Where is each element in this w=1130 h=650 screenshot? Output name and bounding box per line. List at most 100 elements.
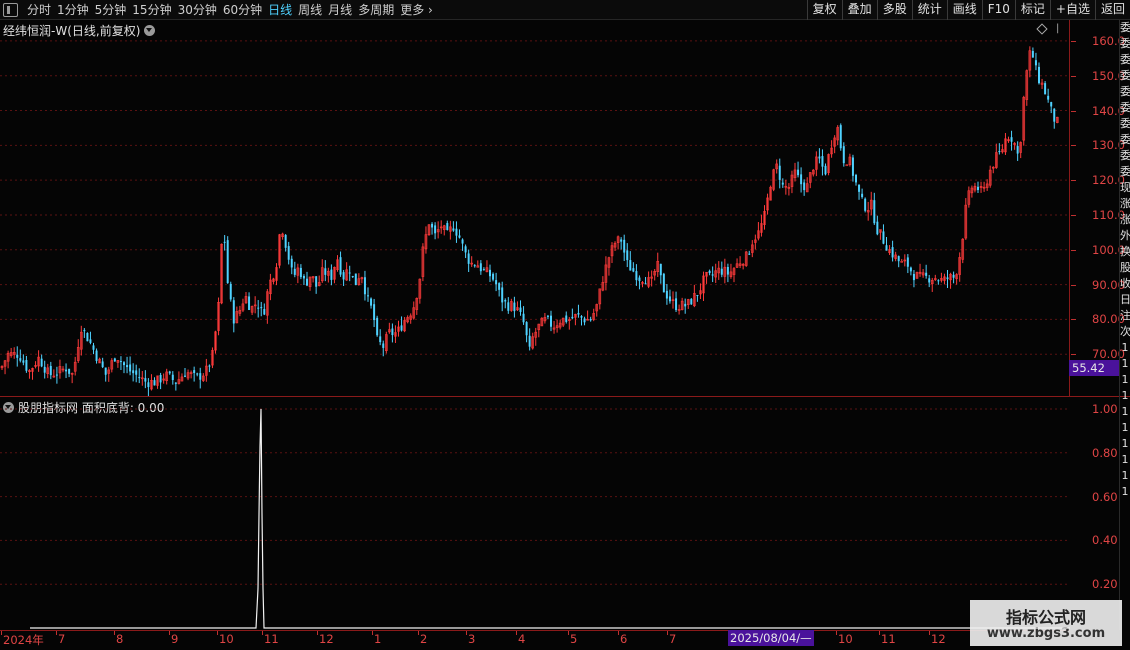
candle-down xyxy=(284,234,287,248)
candle-down xyxy=(144,378,147,382)
candle-down xyxy=(123,362,125,366)
price-tick-mark xyxy=(1071,180,1076,182)
quote-side-strip: 委委委委委委委委委委现涨涨外换股收日注次1111111111 xyxy=(1119,20,1130,630)
candle-down xyxy=(482,269,485,271)
candle-down xyxy=(565,315,568,322)
candle-down xyxy=(891,247,894,258)
strip-char: 次 xyxy=(1120,325,1130,338)
strip-char: 1 xyxy=(1121,437,1129,450)
candle-down xyxy=(1016,146,1019,154)
strip-char: 1 xyxy=(1121,373,1129,386)
candle-down xyxy=(635,271,638,281)
candle-down xyxy=(461,239,464,244)
candle-down xyxy=(171,374,174,381)
candle-down xyxy=(16,354,19,358)
candle-down xyxy=(373,304,376,321)
candle-down xyxy=(367,295,369,297)
indicator-tick-label: 0.80 xyxy=(1092,445,1118,460)
candle-down xyxy=(153,380,156,386)
candle-down xyxy=(299,267,302,278)
candle-down xyxy=(455,228,458,236)
candle-down xyxy=(1050,102,1053,107)
candle-down xyxy=(83,330,86,332)
candle-down xyxy=(464,246,467,253)
strip-char: 委 xyxy=(1120,101,1130,114)
candle-down xyxy=(229,283,232,300)
strip-char: 1 xyxy=(1121,485,1129,498)
strip-char: 委 xyxy=(1120,149,1130,162)
candle-up xyxy=(900,261,904,263)
candle-down xyxy=(912,273,915,281)
candle-down xyxy=(504,300,507,302)
candle-down xyxy=(720,268,723,275)
candle-up xyxy=(845,164,849,167)
price-tick-mark xyxy=(1071,40,1076,42)
candle-down xyxy=(263,309,266,315)
candle-down xyxy=(492,273,495,280)
candle-down xyxy=(952,274,955,278)
candle-down xyxy=(479,263,482,272)
candle-down xyxy=(668,296,671,302)
candle-down xyxy=(821,156,824,167)
candle-down xyxy=(89,339,92,343)
candle-down xyxy=(858,184,861,192)
strip-char: 委 xyxy=(1120,21,1130,34)
candle-down xyxy=(522,313,525,323)
candle-down xyxy=(1047,95,1050,100)
candle-down xyxy=(315,276,318,287)
toolbar-button[interactable]: 返回 xyxy=(1094,0,1130,20)
chart-canvas xyxy=(0,40,1070,629)
candle-down xyxy=(818,156,821,159)
candle-down xyxy=(363,277,366,295)
candle-down xyxy=(909,267,912,272)
candle-down xyxy=(571,316,574,319)
candle-down xyxy=(797,169,800,176)
candle-down xyxy=(800,174,803,185)
candle-down xyxy=(644,283,647,285)
candle-down xyxy=(998,151,1001,153)
candle-down xyxy=(55,374,58,376)
price-tick-mark xyxy=(1071,319,1076,321)
price-tick-mark xyxy=(1071,354,1076,356)
candle-down xyxy=(86,332,89,342)
candle-down xyxy=(101,361,104,368)
candle-down xyxy=(839,125,842,149)
candle-down xyxy=(632,268,635,272)
strip-char: 1 xyxy=(1121,389,1129,402)
indicator-line xyxy=(30,408,1070,629)
strip-char: 委 xyxy=(1120,69,1130,82)
strip-char: 股 xyxy=(1120,261,1130,274)
candle-down xyxy=(495,280,498,285)
candle-down xyxy=(104,367,107,375)
candle-down xyxy=(726,266,729,275)
indicator-tick-label: 1.00 xyxy=(1092,401,1118,416)
candle-down xyxy=(513,302,516,312)
candle-down xyxy=(458,235,461,238)
candle-down xyxy=(662,273,665,293)
candle-down xyxy=(583,318,586,323)
candle-down xyxy=(897,256,900,262)
candle-down xyxy=(226,240,229,284)
candle-down xyxy=(589,319,592,321)
candle-down xyxy=(946,277,949,280)
candle-down xyxy=(467,253,470,264)
candle-down xyxy=(1010,137,1013,142)
candle-down xyxy=(92,345,95,350)
candle-down xyxy=(925,272,928,276)
candle-down xyxy=(1031,50,1034,58)
candle-down xyxy=(49,365,52,376)
candle-down xyxy=(351,276,354,278)
price-tick-mark xyxy=(1071,110,1076,112)
strip-char: 1 xyxy=(1121,341,1129,354)
candle-down xyxy=(550,315,552,327)
strip-char: 委 xyxy=(1120,85,1130,98)
candle-down xyxy=(113,358,116,362)
candle-down xyxy=(354,273,357,286)
candle-down xyxy=(293,268,296,275)
candle-down xyxy=(620,239,623,242)
candle-down xyxy=(690,298,693,305)
indicator-tick-label: 0.40 xyxy=(1092,533,1118,548)
price-tick-mark xyxy=(1071,284,1076,286)
candle-down xyxy=(379,336,382,343)
candle-down xyxy=(119,361,122,363)
